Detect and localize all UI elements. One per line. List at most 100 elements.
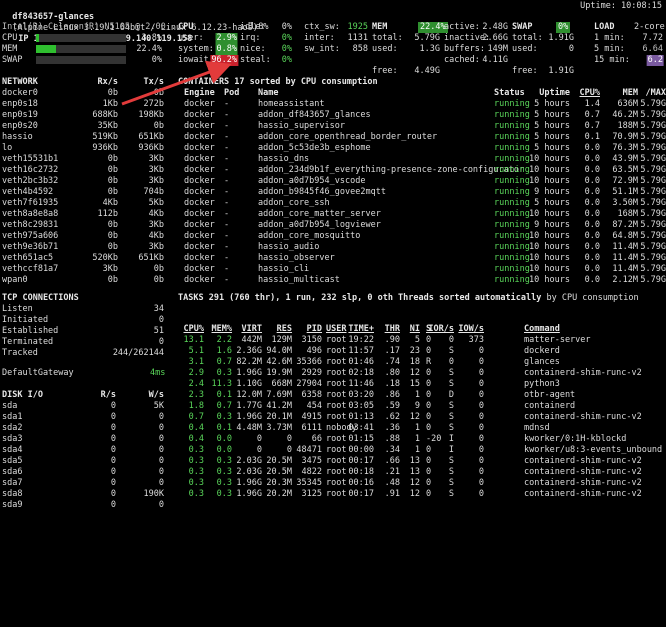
cpu-stat-value: 0% xyxy=(281,55,292,65)
container-cell: running xyxy=(494,209,530,219)
network-rx: 519Kb xyxy=(92,132,118,142)
process-cell: 0 xyxy=(478,346,484,356)
cpu-stat-label: system: xyxy=(178,44,214,54)
load-stat-label: 5 min: xyxy=(594,44,625,54)
process-cell: 0 xyxy=(478,456,484,466)
network-interface: veth16c2732 xyxy=(2,165,59,175)
container-cell: docker xyxy=(184,154,215,164)
process-cell: 496 xyxy=(306,346,322,356)
container-cell: 5 hours xyxy=(534,110,570,120)
process-cell: root xyxy=(326,478,347,488)
process-cell: .66 xyxy=(384,456,400,466)
process-cell: 0 xyxy=(426,401,432,411)
network-rx: 4Kb xyxy=(102,198,118,208)
process-cell: containerd-shim-runc-v2 xyxy=(524,368,642,378)
cpu-stat-value: 0% xyxy=(281,44,292,54)
process-cell: 27904 xyxy=(296,379,322,389)
network-interface: lo xyxy=(2,143,13,153)
tcp-value: 0 xyxy=(158,337,164,347)
container-cell: 0.0 xyxy=(584,198,600,208)
container-cell: 1.4 xyxy=(584,99,600,109)
disk-name: sda xyxy=(2,401,18,411)
container-cell: 0.0 xyxy=(584,209,600,219)
network-rx: 0b xyxy=(107,220,118,230)
quick-label: SWAP xyxy=(2,55,23,65)
cpu-stat-value: 1925 xyxy=(347,22,368,32)
process-cell: S xyxy=(448,412,454,422)
process-cell: 0 xyxy=(478,368,484,378)
process-cell: 0 xyxy=(426,445,432,455)
network-rx: 688Kb xyxy=(92,110,118,120)
process-cell: 35366 xyxy=(296,357,322,367)
process-cell: 1.96G xyxy=(236,489,262,499)
process-cell: 6111 xyxy=(301,423,322,433)
disk-read: 0 xyxy=(110,412,116,422)
process-cell: containerd-shim-runc-v2 xyxy=(524,489,642,499)
container-cell: 168M xyxy=(617,209,638,219)
cpu-stat-value: 0% xyxy=(281,33,292,43)
process-cell: root xyxy=(326,390,347,400)
process-cell: 129M xyxy=(271,335,292,345)
container-cell: running xyxy=(494,99,530,109)
disk-name: sda6 xyxy=(2,467,23,477)
container-cell: addon_234d9b1f_everything-presence-zone-… xyxy=(258,165,525,175)
process-cell: 0.3 xyxy=(188,456,204,466)
process-header: IOR/s xyxy=(428,324,454,334)
container-cell: hassio_audio xyxy=(258,242,320,252)
process-cell: 41.2M xyxy=(266,401,292,411)
process-cell: 9 xyxy=(414,401,420,411)
process-cell: root xyxy=(326,489,347,499)
tasks-sorted: sorted automatically xyxy=(439,293,542,303)
container-cell: 5.79G xyxy=(640,253,666,263)
container-cell: 0.0 xyxy=(584,176,600,186)
process-cell: matter-server xyxy=(524,335,591,345)
disk-read: 0 xyxy=(110,445,116,455)
container-cell: 72.9M xyxy=(612,176,638,186)
container-cell: 0.0 xyxy=(584,231,600,241)
container-cell: docker xyxy=(184,121,215,131)
process-cell: containerd-shim-runc-v2 xyxy=(524,478,642,488)
process-cell: containerd-shim-runc-v2 xyxy=(524,467,642,477)
process-cell: root xyxy=(326,401,347,411)
process-cell: root xyxy=(326,467,347,477)
container-cell: 5.79G xyxy=(640,121,666,131)
container-cell: 636M xyxy=(617,99,638,109)
process-cell: 0.7 xyxy=(188,412,204,422)
container-cell: docker xyxy=(184,176,215,186)
container-cell: running xyxy=(494,132,530,142)
container-header: Status xyxy=(494,88,525,98)
process-cell: -20 xyxy=(426,434,442,444)
process-cell: 19.9M xyxy=(266,368,292,378)
process-cell: S xyxy=(448,401,454,411)
process-cell: .17 xyxy=(384,346,400,356)
container-cell: 5.79G xyxy=(640,198,666,208)
tcp-label: Terminated xyxy=(2,337,54,347)
process-cell: 0 xyxy=(426,346,432,356)
process-cell: containerd-shim-runc-v2 xyxy=(524,456,642,466)
process-header: USER xyxy=(326,324,347,334)
cpu-stat-value: 858 xyxy=(352,44,368,54)
cpu-stat-value: 0% xyxy=(281,22,292,32)
container-cell: 63.5M xyxy=(612,165,638,175)
container-cell: 10 hours xyxy=(529,231,570,241)
process-cell: 0 xyxy=(478,434,484,444)
container-cell: addon_core_mosquitto xyxy=(258,231,361,241)
container-cell: running xyxy=(494,198,530,208)
container-header: Name xyxy=(258,88,279,98)
container-cell: hassio_cli xyxy=(258,264,310,274)
disk-write: 0 xyxy=(158,434,164,444)
process-cell: 0 xyxy=(478,467,484,477)
container-cell: docker xyxy=(184,165,215,175)
container-cell: 10 hours xyxy=(529,253,570,263)
container-cell: 5.79G xyxy=(640,110,666,120)
network-interface: enp0s19 xyxy=(2,110,38,120)
process-cell: .59 xyxy=(384,401,400,411)
container-cell: hassio_observer xyxy=(258,253,335,263)
process-cell: 0.3 xyxy=(188,478,204,488)
network-interface: veth9e36b71 xyxy=(2,242,59,252)
process-cell: 2.3 xyxy=(188,390,204,400)
container-cell: 2.12M xyxy=(612,275,638,285)
process-cell: root xyxy=(326,346,347,356)
process-cell: 1.96G xyxy=(236,478,262,488)
process-cell: 0.3 xyxy=(188,467,204,477)
